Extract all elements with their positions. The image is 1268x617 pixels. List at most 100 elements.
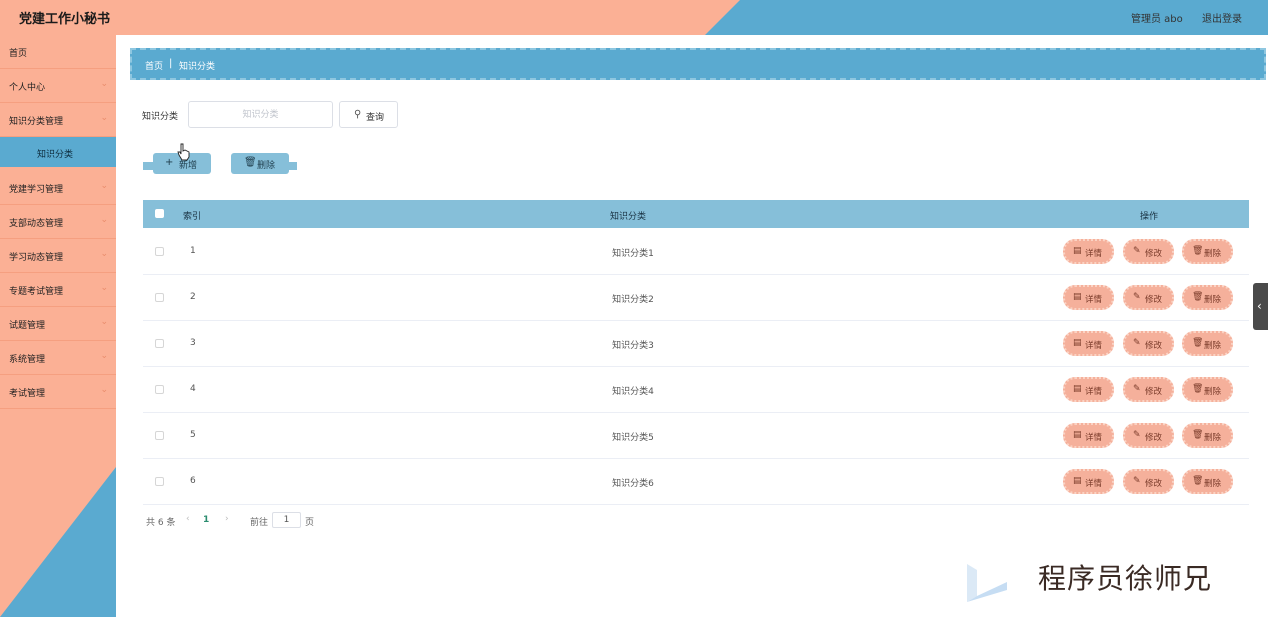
goto-page-input[interactable] [272, 512, 301, 528]
top-header: 党建工作小秘书 管理员 abo 退出登录 [0, 0, 1268, 35]
sidebar-item-label: 个人中心 [9, 83, 46, 93]
row-category-name: 知识分类6 [612, 479, 654, 489]
detail-button[interactable]: ▤ 详情 [1063, 423, 1114, 448]
logout-link[interactable]: 退出登录 [1202, 10, 1242, 25]
sidebar-item-system-mgmt[interactable]: 系统管理 ⌄ [0, 341, 116, 375]
trash-icon: 🗑 [1192, 430, 1204, 440]
row-delete-button[interactable]: 🗑 删除 [1182, 423, 1233, 448]
delete-button-label: 删除 [257, 161, 276, 171]
row-category-name: 知识分类2 [612, 295, 654, 305]
sidebar-item-party-study-mgmt[interactable]: 党建学习管理 ⌄ [0, 171, 116, 205]
pagination-total: 共 6 条 [146, 518, 176, 528]
row-index: 1 [190, 246, 196, 256]
row-delete-button-label: 删除 [1204, 249, 1222, 259]
breadcrumb: 首页 | 知识分类 [130, 48, 1266, 80]
row-delete-button[interactable]: 🗑 删除 [1182, 285, 1233, 310]
row-index: 4 [190, 384, 196, 394]
search-button[interactable]: ⚲ 查询 [339, 101, 398, 128]
document-icon: ▤ [1073, 384, 1082, 394]
detail-button[interactable]: ▤ 详情 [1063, 331, 1114, 356]
sidebar-item-exam-mgmt[interactable]: 考试管理 ⌄ [0, 375, 116, 409]
header-ops: 操作 [1140, 212, 1159, 222]
row-checkbox[interactable] [155, 385, 164, 394]
edit-button[interactable]: ✎ 修改 [1123, 331, 1174, 356]
chevron-down-icon: ⌄ [100, 181, 108, 191]
row-index: 5 [190, 430, 196, 440]
page-number-current[interactable]: 1 [203, 515, 209, 525]
chevron-down-icon: ⌄ [100, 249, 108, 259]
edit-button[interactable]: ✎ 修改 [1123, 239, 1174, 264]
hand-cursor-icon [177, 143, 190, 161]
sidebar-item-study-news-mgmt[interactable]: 学习动态管理 ⌄ [0, 239, 116, 273]
row-delete-button-label: 删除 [1204, 341, 1222, 351]
sidebar-item-personal-center[interactable]: 个人中心 ⌄ [0, 69, 116, 103]
detail-button[interactable]: ▤ 详情 [1063, 239, 1114, 264]
chevron-down-icon: ⌄ [100, 215, 108, 225]
sidebar-subitem-knowledge-category[interactable]: 知识分类 [0, 137, 116, 167]
detail-button[interactable]: ▤ 详情 [1063, 377, 1114, 402]
edit-button[interactable]: ✎ 修改 [1123, 377, 1174, 402]
goto-label: 前往 [250, 518, 269, 528]
detail-button-label: 详情 [1085, 341, 1103, 351]
detail-button[interactable]: ▤ 详情 [1063, 285, 1114, 310]
batch-delete-button[interactable]: 🗑 删除 [231, 153, 297, 174]
trash-icon: 🗑 [1192, 246, 1204, 256]
row-delete-button[interactable]: 🗑 删除 [1182, 239, 1233, 264]
row-checkbox[interactable] [155, 293, 164, 302]
detail-button-label: 详情 [1085, 387, 1103, 397]
row-checkbox[interactable] [155, 247, 164, 256]
row-delete-button[interactable]: 🗑 删除 [1182, 331, 1233, 356]
detail-button-label: 详情 [1085, 433, 1103, 443]
trash-icon: 🗑 [1192, 338, 1204, 348]
document-icon: ▤ [1073, 430, 1082, 440]
breadcrumb-home[interactable]: 首页 [145, 59, 163, 72]
prev-page-button[interactable]: ‹ [186, 514, 190, 524]
edit-button[interactable]: ✎ 修改 [1123, 423, 1174, 448]
page-unit-label: 页 [305, 518, 315, 528]
row-delete-button-label: 删除 [1204, 387, 1222, 397]
chevron-down-icon: ⌄ [100, 79, 108, 89]
watermark-text: 程序员徐师兄 [1038, 562, 1213, 595]
document-icon: ▤ [1073, 292, 1082, 302]
row-delete-button[interactable]: 🗑 删除 [1182, 377, 1233, 402]
row-checkbox[interactable] [155, 477, 164, 486]
table-row: 4 知识分类4 ▤ 详情 ✎ 修改 🗑 删除 [143, 367, 1249, 413]
edit-button[interactable]: ✎ 修改 [1123, 285, 1174, 310]
document-icon: ▤ [1073, 476, 1082, 486]
sidebar-item-label: 考试管理 [9, 389, 46, 399]
row-checkbox[interactable] [155, 339, 164, 348]
trash-icon: 🗑 [1192, 476, 1204, 486]
chevron-down-icon: ⌄ [100, 351, 108, 361]
side-drawer-toggle[interactable]: ‹ [1253, 283, 1268, 330]
row-delete-button[interactable]: 🗑 删除 [1182, 469, 1233, 494]
breadcrumb-separator: | [169, 58, 173, 69]
sidebar-item-branch-news-mgmt[interactable]: 支部动态管理 ⌄ [0, 205, 116, 239]
detail-button-label: 详情 [1085, 249, 1103, 259]
search-button-label: 查询 [366, 113, 385, 123]
chevron-down-icon: ⌄ [100, 385, 108, 395]
sidebar-item-home[interactable]: 首页 [0, 35, 116, 69]
row-index: 2 [190, 292, 196, 302]
edit-button[interactable]: ✎ 修改 [1123, 469, 1174, 494]
search-input[interactable] [188, 101, 333, 128]
table-row: 1 知识分类1 ▤ 详情 ✎ 修改 🗑 删除 [143, 229, 1249, 275]
table-header: 索引 知识分类 操作 [143, 200, 1249, 228]
row-delete-button-label: 删除 [1204, 295, 1222, 305]
pencil-icon: ✎ [1133, 292, 1141, 302]
chevron-down-icon: ⌄ [100, 113, 108, 123]
next-page-button[interactable]: › [225, 514, 229, 524]
sidebar-item-question-mgmt[interactable]: 试题管理 ⌄ [0, 307, 116, 341]
sidebar-item-label: 专题考试管理 [9, 287, 64, 297]
select-all-checkbox[interactable] [155, 209, 164, 218]
detail-button[interactable]: ▤ 详情 [1063, 469, 1114, 494]
edit-button-label: 修改 [1145, 341, 1163, 351]
sidebar-item-topic-exam-mgmt[interactable]: 专题考试管理 ⌄ [0, 273, 116, 307]
breadcrumb-current: 知识分类 [179, 62, 216, 72]
search-icon: ⚲ [354, 109, 362, 120]
sidebar-item-knowledge-category-mgmt[interactable]: 知识分类管理 ⌄ [0, 103, 116, 137]
search-label: 知识分类 [142, 112, 179, 122]
trash-icon: 🗑 [1192, 384, 1204, 394]
row-checkbox[interactable] [155, 431, 164, 440]
edit-button-label: 修改 [1145, 249, 1163, 259]
row-category-name: 知识分类5 [612, 433, 654, 443]
